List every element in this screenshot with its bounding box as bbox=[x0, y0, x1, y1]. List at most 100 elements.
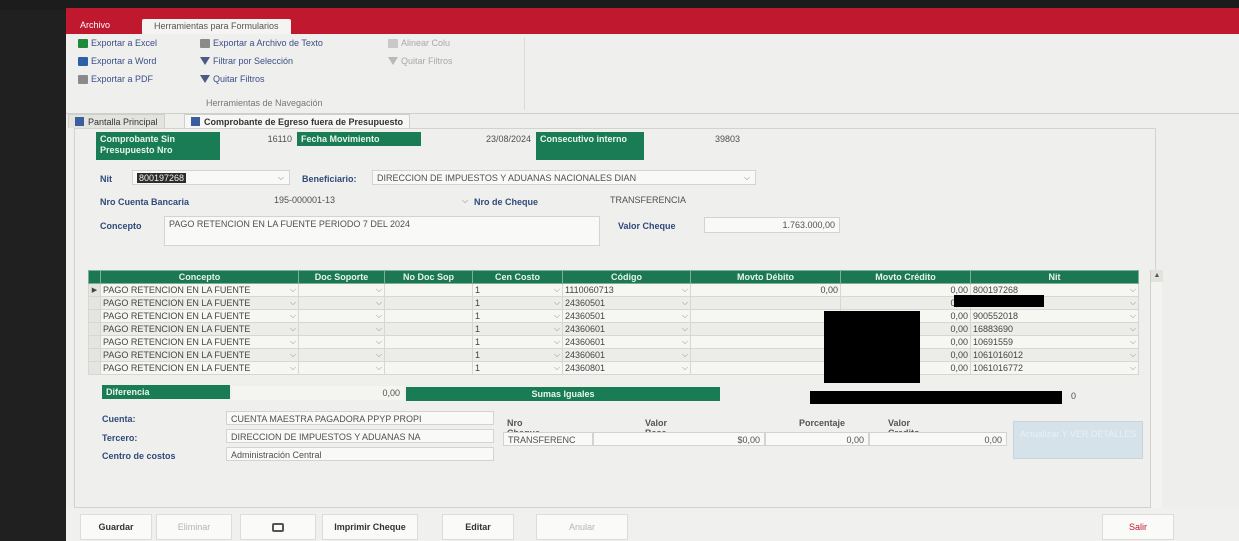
beneficiario-field[interactable]: DIRECCION DE IMPUESTOS Y ADUANAS NACIONA… bbox=[372, 170, 756, 185]
nit-cell[interactable]: ⌵ 16883690 bbox=[970, 322, 1139, 336]
doc-soporte-cell[interactable]: ⌵ bbox=[298, 283, 385, 297]
doc-soporte-cell[interactable]: ⌵ bbox=[298, 296, 385, 310]
doc-soporte-cell[interactable]: ⌵ bbox=[298, 309, 385, 323]
editar-button[interactable]: Editar bbox=[442, 514, 514, 540]
column-header[interactable]: Nit bbox=[970, 270, 1139, 284]
valor-base-cell[interactable]: $0,00 bbox=[593, 432, 765, 446]
chevron-down-icon[interactable]: ⌵ bbox=[290, 363, 296, 373]
doc-soporte-cell[interactable]: ⌵ bbox=[298, 335, 385, 349]
concepto-cell[interactable]: ⌵ PAGO RETENCION EN LA FUENTE bbox=[100, 322, 299, 336]
chevron-down-icon[interactable]: ⌵ bbox=[1130, 324, 1136, 334]
cen-costo-cell[interactable]: ⌵ 1 bbox=[472, 296, 563, 310]
export-word-button[interactable]: Exportar a Word bbox=[78, 56, 156, 66]
porcentaje-cell[interactable]: 0,00 bbox=[765, 432, 869, 446]
cuenta-bancaria-field[interactable]: 195-000001-13 bbox=[270, 193, 470, 208]
export-text-button[interactable]: Exportar a Archivo de Texto bbox=[200, 38, 323, 48]
imprimir-cheque-button[interactable]: Imprimir Cheque bbox=[322, 514, 418, 540]
eliminar-button[interactable]: Eliminar bbox=[156, 514, 232, 540]
chevron-down-icon[interactable]: ⌵ bbox=[554, 285, 560, 295]
chevron-down-icon[interactable]: ⌵ bbox=[274, 172, 288, 184]
actualizar-detalles-button[interactable]: Actualizar Y VER DETALLES bbox=[1013, 421, 1143, 459]
chevron-down-icon[interactable]: ⌵ bbox=[376, 363, 382, 373]
column-header[interactable]: Movto Crédito bbox=[840, 270, 971, 284]
concepto-cell[interactable]: ⌵ PAGO RETENCION EN LA FUENTE bbox=[100, 361, 299, 375]
nit-cell[interactable]: ⌵ 900552018 bbox=[970, 309, 1139, 323]
chevron-down-icon[interactable]: ⌵ bbox=[458, 195, 472, 207]
cuenta-field[interactable]: CUENTA MAESTRA PAGADORA PPYP PROPI bbox=[226, 411, 494, 425]
chevron-down-icon[interactable]: ⌵ bbox=[554, 298, 560, 308]
movto-debito-cell[interactable] bbox=[690, 322, 841, 336]
chevron-down-icon[interactable]: ⌵ bbox=[290, 337, 296, 347]
no-doc-sop-cell[interactable] bbox=[384, 348, 473, 362]
cen-costo-cell[interactable]: ⌵ 1 bbox=[472, 335, 563, 349]
no-doc-sop-cell[interactable] bbox=[384, 322, 473, 336]
concepto-cell[interactable]: ⌵ PAGO RETENCION EN LA FUENTE bbox=[100, 348, 299, 362]
nit-cell[interactable]: ⌵ 1061016012 bbox=[970, 348, 1139, 362]
codigo-cell[interactable]: ⌵ 24360501 bbox=[562, 309, 691, 323]
cen-costo-cell[interactable]: ⌵ 1 bbox=[472, 322, 563, 336]
chevron-down-icon[interactable]: ⌵ bbox=[682, 363, 688, 373]
concepto-cell[interactable]: ⌵ PAGO RETENCION EN LA FUENTE bbox=[100, 309, 299, 323]
tab-comprobante-egreso[interactable]: Comprobante de Egreso fuera de Presupues… bbox=[184, 114, 411, 128]
chevron-down-icon[interactable]: ⌵ bbox=[554, 337, 560, 347]
movto-credito-cell[interactable]: 0,00 bbox=[840, 296, 971, 310]
column-header[interactable]: No Doc Sop bbox=[384, 270, 473, 284]
doc-soporte-cell[interactable]: ⌵ bbox=[298, 361, 385, 375]
chevron-down-icon[interactable]: ⌵ bbox=[1130, 337, 1136, 347]
nit-field[interactable]: 800197268 bbox=[132, 170, 290, 185]
chevron-down-icon[interactable]: ⌵ bbox=[554, 324, 560, 334]
table-row[interactable]: ⌵ PAGO RETENCION EN LA FUENTE ⌵ ⌵ 1 ⌵ 24360601… bbox=[88, 335, 1139, 349]
cen-costo-cell[interactable]: ⌵ 1 bbox=[472, 361, 563, 375]
chevron-down-icon[interactable]: ⌵ bbox=[1130, 363, 1136, 373]
chevron-down-icon[interactable]: ⌵ bbox=[1130, 298, 1136, 308]
column-header[interactable]: Cen Costo bbox=[472, 270, 563, 284]
export-excel-button[interactable]: Exportar a Excel bbox=[78, 38, 157, 48]
chevron-down-icon[interactable]: ⌵ bbox=[290, 285, 296, 295]
chevron-down-icon[interactable]: ⌵ bbox=[740, 172, 754, 184]
chevron-down-icon[interactable]: ⌵ bbox=[554, 350, 560, 360]
cen-costo-cell[interactable]: ⌵ 1 bbox=[472, 309, 563, 323]
doc-soporte-cell[interactable]: ⌵ bbox=[298, 322, 385, 336]
nit-cell[interactable]: ⌵ 10691559 bbox=[970, 335, 1139, 349]
column-header[interactable]: Concepto bbox=[100, 270, 299, 284]
codigo-cell[interactable]: ⌵ 24360601 bbox=[562, 348, 691, 362]
movto-debito-cell[interactable] bbox=[690, 348, 841, 362]
anular-button[interactable]: Anular bbox=[536, 514, 628, 540]
no-doc-sop-cell[interactable] bbox=[384, 283, 473, 297]
chevron-down-icon[interactable]: ⌵ bbox=[682, 337, 688, 347]
chevron-down-icon[interactable]: ⌵ bbox=[376, 311, 382, 321]
chevron-down-icon[interactable]: ⌵ bbox=[1130, 311, 1136, 321]
chevron-down-icon[interactable]: ⌵ bbox=[290, 298, 296, 308]
chevron-down-icon[interactable]: ⌵ bbox=[554, 311, 560, 321]
valor-cheque-field[interactable]: 1.763.000,00 bbox=[704, 217, 840, 233]
cen-costo-cell[interactable]: ⌵ 1 bbox=[472, 283, 563, 297]
concepto-cell[interactable]: ⌵ PAGO RETENCION EN LA FUENTE bbox=[100, 335, 299, 349]
chevron-down-icon[interactable]: ⌵ bbox=[682, 285, 688, 295]
chevron-down-icon[interactable]: ⌵ bbox=[376, 350, 382, 360]
tab-herramientas[interactable]: Herramientas para Formularios bbox=[142, 19, 291, 35]
filter-selection-button[interactable]: Filtrar por Selección bbox=[200, 56, 293, 66]
movto-debito-cell[interactable] bbox=[690, 335, 841, 349]
movto-debito-cell[interactable] bbox=[690, 296, 841, 310]
chevron-down-icon[interactable]: ⌵ bbox=[376, 337, 382, 347]
codigo-cell[interactable]: ⌵ 24360601 bbox=[562, 335, 691, 349]
align-columns-button[interactable]: Alinear Colu bbox=[388, 38, 450, 48]
tab-pantalla-principal[interactable]: Pantalla Principal bbox=[68, 114, 165, 128]
tercero-field[interactable]: DIRECCION DE IMPUESTOS Y ADUANAS NA bbox=[226, 429, 494, 443]
nit-cell[interactable]: ⌵ 1061016772 bbox=[970, 361, 1139, 375]
chevron-down-icon[interactable]: ⌵ bbox=[554, 363, 560, 373]
concepto-field[interactable]: PAGO RETENCION EN LA FUENTE PERIODO 7 DE… bbox=[164, 216, 600, 246]
codigo-cell[interactable]: ⌵ 1110060713 bbox=[562, 283, 691, 297]
table-row[interactable]: ⌵ PAGO RETENCION EN LA FUENTE ⌵ ⌵ 1 ⌵ 24360801… bbox=[88, 361, 1139, 375]
codigo-cell[interactable]: ⌵ 24360501 bbox=[562, 296, 691, 310]
guardar-button[interactable]: Guardar bbox=[80, 514, 152, 540]
no-doc-sop-cell[interactable] bbox=[384, 309, 473, 323]
centro-costos-field[interactable]: Administración Central bbox=[226, 447, 494, 461]
movto-debito-cell[interactable] bbox=[690, 309, 841, 323]
remove-filters-button[interactable]: Quitar Filtros bbox=[200, 74, 265, 84]
chevron-down-icon[interactable]: ⌵ bbox=[290, 350, 296, 360]
remove-filters-secondary-button[interactable]: Quitar Filtros bbox=[388, 56, 453, 66]
table-row[interactable]: ⌵ PAGO RETENCION EN LA FUENTE ⌵ ⌵ 1 ⌵ 24360601… bbox=[88, 348, 1139, 362]
chevron-down-icon[interactable]: ⌵ bbox=[290, 324, 296, 334]
salir-button[interactable]: Salir bbox=[1102, 514, 1174, 540]
